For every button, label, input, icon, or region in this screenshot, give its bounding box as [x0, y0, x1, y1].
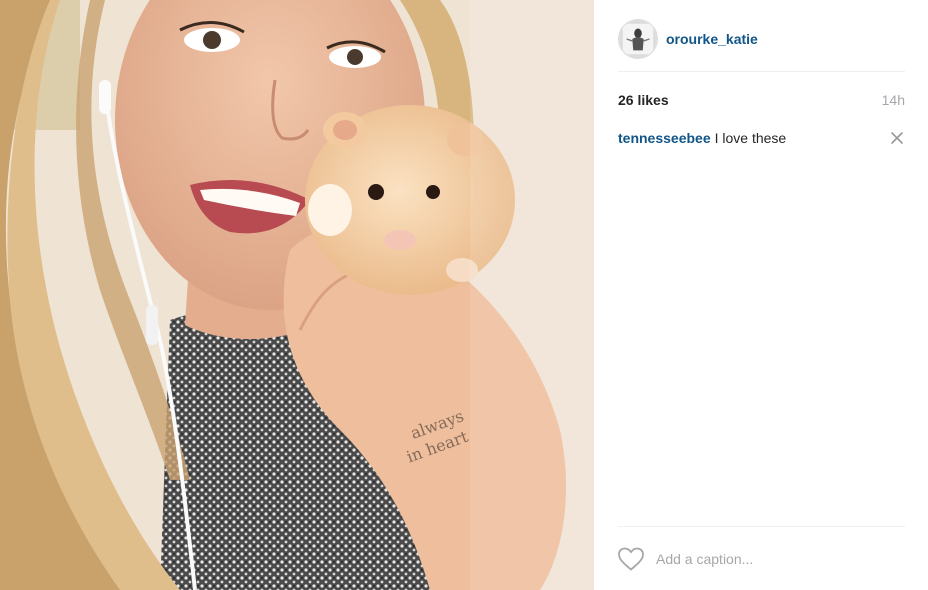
avatar-image	[619, 19, 657, 58]
post-timestamp: 14h	[881, 92, 905, 108]
delete-comment-button[interactable]	[889, 130, 905, 146]
post-container: always in heart orourke_katie 26 likes 1…	[0, 0, 928, 590]
heart-outline-icon	[618, 547, 644, 570]
comment-item: tennesseebee I love these	[618, 128, 905, 148]
post-photo[interactable]: always in heart	[0, 0, 594, 590]
likes-row: 26 likes 14h	[618, 90, 905, 110]
post-details-panel: orourke_katie 26 likes 14h tennesseebee …	[594, 0, 928, 590]
post-footer	[618, 526, 905, 590]
likes-count[interactable]: 26 likes	[618, 92, 669, 108]
like-button[interactable]	[617, 546, 645, 572]
caption-input[interactable]	[656, 546, 896, 571]
comment-text: I love these	[714, 130, 787, 146]
close-icon	[891, 132, 903, 144]
username-link[interactable]: orourke_katie	[666, 31, 758, 47]
comment-username[interactable]: tennesseebee	[618, 130, 711, 146]
profile-avatar[interactable]	[618, 18, 658, 59]
photo-image: always in heart	[0, 0, 594, 590]
post-header: orourke_katie	[618, 10, 905, 72]
